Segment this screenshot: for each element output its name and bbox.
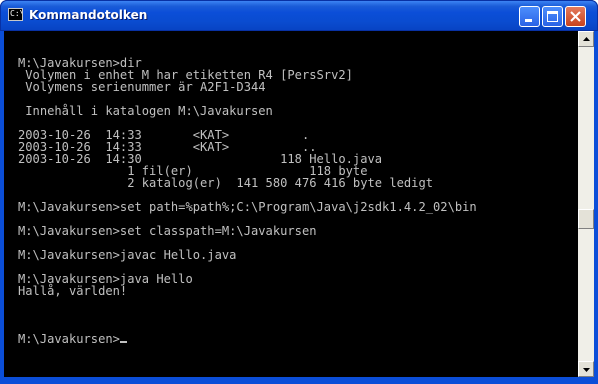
- console-line: 2 katalog(er) 141 580 476 416 byte ledig…: [18, 176, 434, 190]
- window-title: Kommandotolken: [29, 8, 148, 22]
- close-button[interactable]: [565, 6, 586, 27]
- console-line: Innehåll i katalogen M:\Javakursen: [18, 104, 273, 118]
- scroll-down-button[interactable]: [578, 361, 594, 377]
- console-icon[interactable]: C:\: [8, 8, 23, 21]
- console-line: M:\Javakursen>set classpath=M:\Javakurse…: [18, 224, 317, 238]
- close-icon: [570, 11, 581, 22]
- arrow-up-icon: [583, 37, 590, 41]
- text-cursor: [119, 341, 127, 343]
- scrollbar-thumb[interactable]: [578, 209, 594, 229]
- console-lines: M:\Javakursen>dir Volymen i enhet M har …: [18, 45, 477, 345]
- maximize-button[interactable]: [542, 6, 563, 27]
- maximize-icon: [547, 11, 558, 22]
- scroll-up-button[interactable]: [578, 31, 594, 47]
- title-bar[interactable]: C:\ Kommandotolken: [0, 0, 598, 31]
- console-window: C:\ Kommandotolken M:\Javakursen>dir Vol…: [0, 0, 598, 384]
- console-line: Hallå, världen!: [18, 284, 128, 298]
- console-output[interactable]: M:\Javakursen>dir Volymen i enhet M har …: [4, 31, 578, 377]
- console-line: M:\Javakursen>javac Hello.java: [18, 248, 237, 262]
- console-line: M:\Javakursen>set path=%path%;C:\Program…: [18, 200, 477, 214]
- console-line: Volymens serienummer är A2F1-D344: [18, 80, 266, 94]
- vertical-scrollbar[interactable]: [578, 31, 594, 377]
- arrow-down-icon: [583, 368, 590, 372]
- console-line: M:\Javakursen>: [18, 333, 477, 345]
- minimize-button[interactable]: [519, 6, 540, 27]
- minimize-icon: [525, 19, 532, 22]
